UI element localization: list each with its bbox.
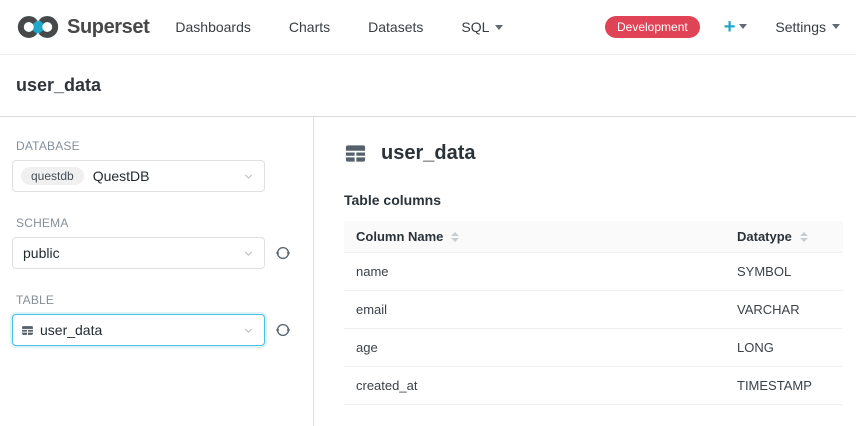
selected-table-title: user_data xyxy=(381,142,476,165)
table-metadata-panel: user_data Table columns Column Name Data… xyxy=(314,117,856,426)
topbar-right: Development + Settings xyxy=(605,16,840,38)
page-header: user_data xyxy=(0,55,856,117)
top-navbar: Superset Dashboards Charts Datasets SQL … xyxy=(0,0,856,55)
database-select-value: QuestDB xyxy=(93,168,150,184)
table-columns-heading: Table columns xyxy=(344,192,843,208)
chevron-down-icon xyxy=(832,24,840,29)
sort-icon xyxy=(800,232,808,242)
schema-field-group: SCHEMA public xyxy=(12,216,297,269)
environment-badge: Development xyxy=(605,16,700,38)
chevron-down-icon xyxy=(739,24,747,29)
table-label: TABLE xyxy=(16,293,297,307)
table-columns-table: Column Name Datatype name SYMBOL xyxy=(344,221,843,405)
nav-item-datasets[interactable]: Datasets xyxy=(368,19,423,35)
superset-logo[interactable]: Superset xyxy=(16,14,149,40)
chevron-down-icon xyxy=(242,170,255,188)
table-grid-icon xyxy=(344,142,367,165)
refresh-tables-button[interactable] xyxy=(274,321,292,339)
content-area: DATABASE questdb QuestDB SCHEMA public xyxy=(0,117,856,426)
chevron-down-icon xyxy=(242,324,255,342)
database-field-group: DATABASE questdb QuestDB xyxy=(12,139,297,192)
table-field-group: TABLE user_data xyxy=(12,293,297,346)
sync-icon xyxy=(274,321,292,339)
schema-select[interactable]: public xyxy=(12,237,265,269)
database-select[interactable]: questdb QuestDB xyxy=(12,160,265,192)
datatype-cell: LONG xyxy=(725,329,843,367)
table-select-value: user_data xyxy=(40,322,102,338)
main-nav: Dashboards Charts Datasets SQL xyxy=(175,19,541,35)
chevron-down-icon xyxy=(242,247,255,265)
sync-icon xyxy=(274,244,292,262)
column-name-cell: created_at xyxy=(344,367,725,405)
column-header-column-name[interactable]: Column Name xyxy=(344,221,725,253)
table-row: name SYMBOL xyxy=(344,253,843,291)
sql-menu-label: SQL xyxy=(461,19,489,35)
table-header-row: Column Name Datatype xyxy=(344,221,843,253)
settings-label: Settings xyxy=(775,19,826,35)
table-select[interactable]: user_data xyxy=(12,314,265,346)
datatype-cell: SYMBOL xyxy=(725,253,843,291)
datatype-cell: TIMESTAMP xyxy=(725,367,843,405)
settings-menu[interactable]: Settings xyxy=(775,19,840,35)
database-engine-tag: questdb xyxy=(21,167,84,185)
column-name-cell: age xyxy=(344,329,725,367)
brand-name: Superset xyxy=(67,16,149,39)
chevron-down-icon xyxy=(495,25,503,30)
database-label: DATABASE xyxy=(16,139,297,153)
superset-infinity-icon xyxy=(16,14,60,40)
table-row: created_at TIMESTAMP xyxy=(344,367,843,405)
table-row: email VARCHAR xyxy=(344,291,843,329)
datatype-header-label: Datatype xyxy=(737,229,792,244)
plus-icon: + xyxy=(724,17,736,37)
table-title-row: user_data xyxy=(344,142,843,165)
column-name-cell: name xyxy=(344,253,725,291)
add-new-button[interactable]: + xyxy=(724,17,748,37)
dataset-selector-sidebar: DATABASE questdb QuestDB SCHEMA public xyxy=(0,117,314,426)
nav-item-charts[interactable]: Charts xyxy=(289,19,330,35)
schema-label: SCHEMA xyxy=(16,216,297,230)
refresh-schemas-button[interactable] xyxy=(274,244,292,262)
nav-item-dashboards[interactable]: Dashboards xyxy=(175,19,251,35)
nav-item-sql-menu[interactable]: SQL xyxy=(461,19,503,35)
column-header-datatype[interactable]: Datatype xyxy=(725,221,843,253)
column-name-header-label: Column Name xyxy=(356,229,443,244)
datatype-cell: VARCHAR xyxy=(725,291,843,329)
sort-icon xyxy=(451,232,459,242)
table-grid-icon xyxy=(21,324,34,337)
page-title: user_data xyxy=(16,75,101,96)
schema-select-value: public xyxy=(23,245,60,261)
column-name-cell: email xyxy=(344,291,725,329)
table-row: age LONG xyxy=(344,329,843,367)
